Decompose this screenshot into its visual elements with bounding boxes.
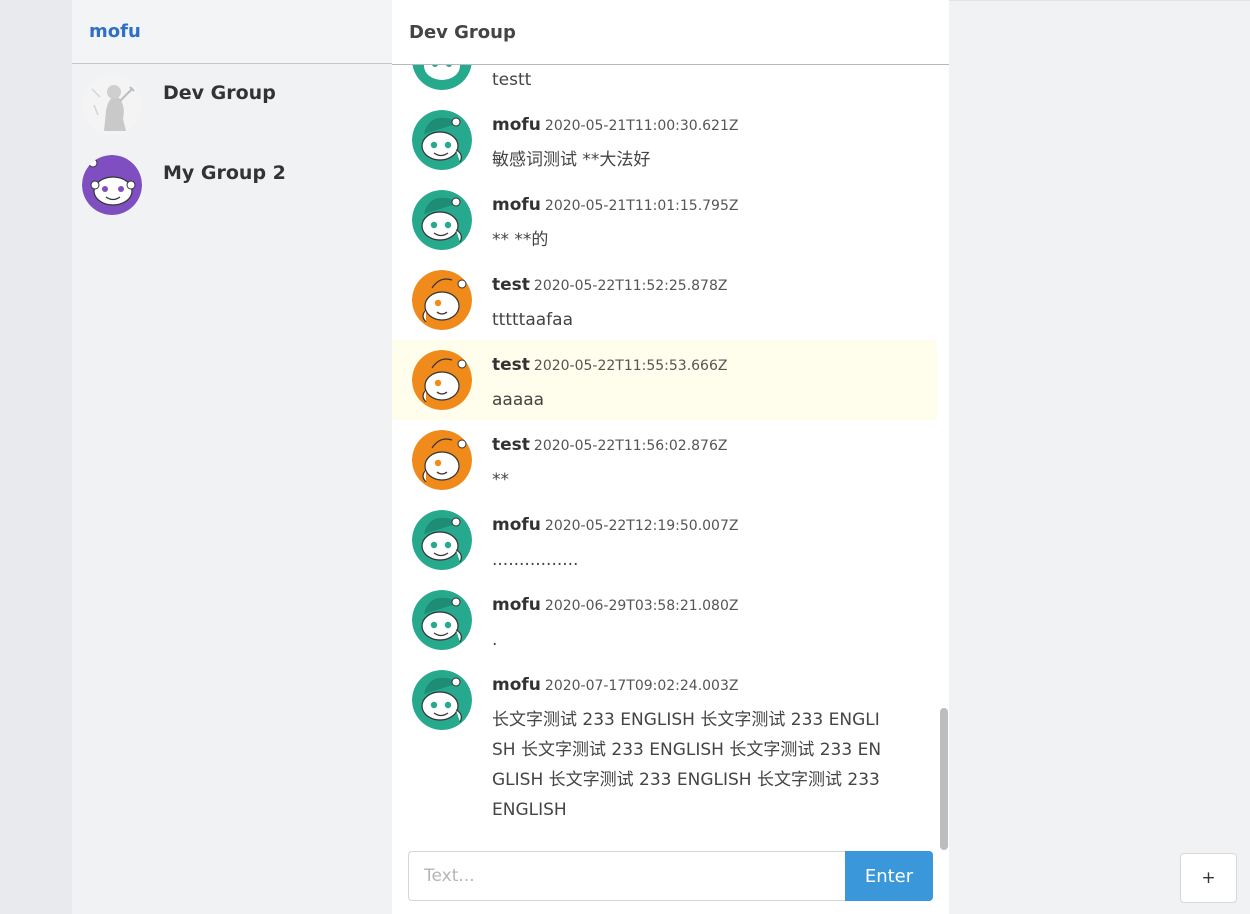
- user-avatar-icon: [412, 590, 472, 650]
- group-item-my-group-2[interactable]: My Group 2: [72, 144, 392, 224]
- user-avatar-icon: [412, 190, 472, 250]
- message-text: **: [492, 470, 509, 490]
- message-item: mofu 2020-05-21T11:01:15.795Z ** **的: [392, 180, 937, 260]
- chat-panel: Dev Group testt mofu 2020-05-21T11:00:30.…: [392, 0, 949, 914]
- message-text: 敏感词测试 **大法好: [492, 150, 651, 170]
- message-text: aaaaa: [492, 390, 545, 410]
- chat-header: Dev Group: [392, 0, 949, 65]
- message-timestamp: 2020-05-22T11:56:02.876Z: [533, 438, 728, 454]
- user-avatar-icon: [412, 270, 472, 330]
- message-item-highlighted: test 2020-05-22T11:55:53.666Z aaaaa: [392, 340, 937, 420]
- message-text: 长文字测试 233 ENGLISH 长文字测试 233 ENGLISH 长文字测…: [492, 710, 882, 820]
- group-item-dev-group[interactable]: Dev Group: [72, 64, 392, 144]
- message-text: testt: [492, 70, 532, 90]
- message-timestamp: 2020-06-29T03:58:21.080Z: [544, 598, 739, 614]
- add-button[interactable]: +: [1180, 853, 1237, 903]
- message-item: mofu 2020-07-17T09:02:24.003Z 长文字测试 233 E…: [392, 660, 937, 830]
- message-author[interactable]: mofu: [492, 595, 541, 615]
- message-text: tttttaafaa: [492, 310, 573, 330]
- user-avatar-icon: [412, 430, 472, 490]
- group-name: Dev Group: [163, 82, 276, 104]
- message-author[interactable]: test: [492, 275, 530, 295]
- group-list: Dev Group My Group 2: [72, 64, 392, 224]
- right-gutter: [949, 0, 1250, 914]
- message-timestamp: 2020-07-17T09:02:24.003Z: [544, 678, 739, 694]
- message-timestamp: 2020-05-21T11:01:15.795Z: [544, 198, 739, 214]
- message-item: mofu 2020-05-22T12:19:50.007Z ...........…: [392, 500, 937, 580]
- message-timestamp: 2020-05-22T11:52:25.878Z: [533, 278, 728, 294]
- message-timestamp: 2020-05-22T12:19:50.007Z: [544, 518, 739, 534]
- brand-username[interactable]: mofu: [89, 21, 141, 42]
- message-text: ** **的: [492, 230, 549, 250]
- message-item: testt: [392, 65, 937, 100]
- message-timestamp: 2020-05-22T11:55:53.666Z: [533, 358, 728, 374]
- message-scrollbar[interactable]: [940, 708, 948, 850]
- message-input[interactable]: [408, 851, 845, 901]
- left-gutter: [0, 0, 72, 914]
- message-timestamp: 2020-05-21T11:00:30.621Z: [544, 118, 739, 134]
- message-item: test 2020-05-22T11:56:02.876Z **: [392, 420, 937, 500]
- message-author[interactable]: test: [492, 435, 530, 455]
- user-avatar-icon: [412, 65, 472, 90]
- reddit-alien-purple-icon: [82, 155, 142, 215]
- sidebar: mofu Dev Group My Group 2: [72, 0, 392, 914]
- message-text: ................: [492, 550, 579, 570]
- group-name: My Group 2: [163, 162, 286, 184]
- message-author[interactable]: mofu: [492, 675, 541, 695]
- sketch-avatar-icon: [82, 75, 142, 135]
- message-author[interactable]: test: [492, 355, 530, 375]
- message-author[interactable]: mofu: [492, 115, 541, 135]
- user-avatar-icon: [412, 510, 472, 570]
- message-text: .: [492, 630, 498, 650]
- chat-title: Dev Group: [409, 21, 516, 43]
- message-author[interactable]: mofu: [492, 515, 541, 535]
- message-item: mofu 2020-06-29T03:58:21.080Z .: [392, 580, 937, 660]
- message-composer: Enter: [408, 851, 933, 901]
- sidebar-header: mofu: [72, 0, 392, 64]
- user-avatar-icon: [412, 110, 472, 170]
- user-avatar-icon: [412, 350, 472, 410]
- message-item: mofu 2020-05-21T11:00:30.621Z 敏感词测试 **大法好: [392, 100, 937, 180]
- user-avatar-icon: [412, 670, 472, 730]
- message-author[interactable]: mofu: [492, 195, 541, 215]
- enter-button[interactable]: Enter: [845, 851, 933, 901]
- message-item: test 2020-05-22T11:52:25.878Z tttttaafaa: [392, 260, 937, 340]
- message-list[interactable]: testt mofu 2020-05-21T11:00:30.621Z 敏感词测试…: [392, 65, 937, 840]
